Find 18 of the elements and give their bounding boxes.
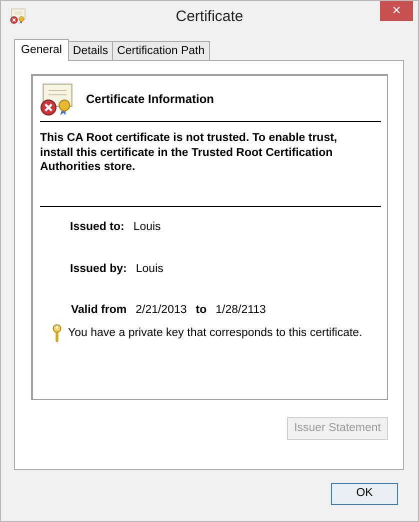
tab[interactable]: Details xyxy=(68,41,114,60)
field-value: Louis xyxy=(136,262,164,278)
field-value: 1/28/2113 xyxy=(216,303,266,318)
trust-message: This CA Root certificate is not trusted. To enable trust, install this certificate in the Trusted Root Certification Authorities store. xyxy=(40,122,381,207)
field-value: 2/21/2013 xyxy=(136,303,187,318)
private-key-note: You have a private key that corresponds to this certificate. xyxy=(68,326,362,341)
ok-button[interactable]: OK xyxy=(331,483,398,505)
tab[interactable]: Certification Path xyxy=(112,41,210,60)
field-label: Valid from xyxy=(71,303,127,318)
window-title: Certificate xyxy=(176,6,244,27)
close-button[interactable]: × xyxy=(380,1,413,21)
field-label: Issued to: xyxy=(70,220,124,236)
key-icon xyxy=(52,324,62,342)
field-value: Louis xyxy=(133,220,161,236)
info-title: Certificate Information xyxy=(86,90,214,108)
field-label: to xyxy=(196,303,207,318)
field-label: Issued by: xyxy=(70,262,127,278)
tab[interactable]: General xyxy=(14,39,69,61)
